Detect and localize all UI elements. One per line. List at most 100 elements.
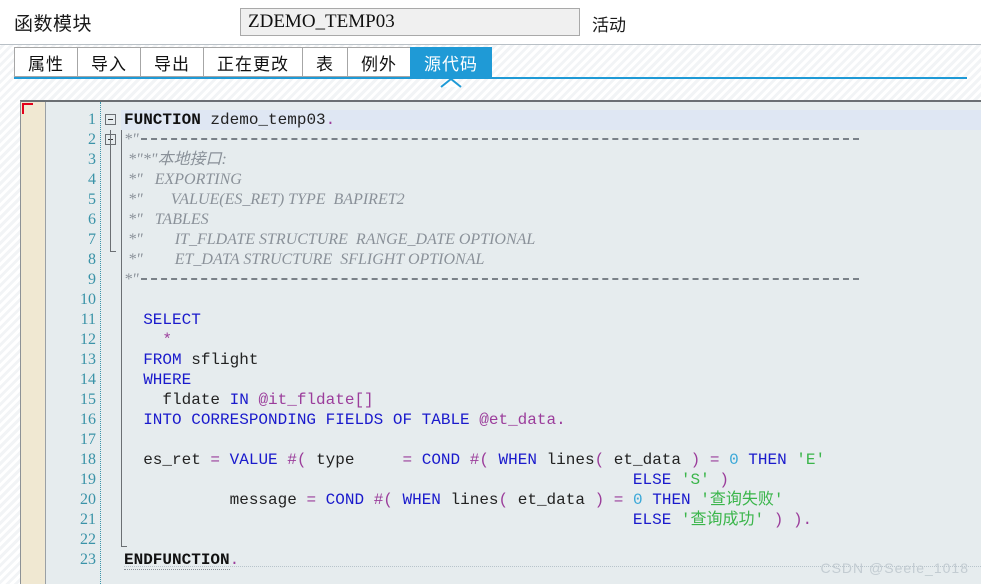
code-line[interactable]: fldate IN @it_fldate[] [124, 390, 981, 410]
code-token: THEN [748, 451, 787, 469]
code-token: fldate [162, 391, 221, 409]
code-line[interactable]: ELSE 'S' ) [124, 470, 981, 490]
tab-1[interactable]: 导入 [77, 47, 140, 77]
code-token: 'S' [680, 471, 710, 489]
code-token: VALUE [229, 451, 278, 469]
code-token: @et_data [479, 411, 557, 429]
tab-label: 导出 [154, 54, 190, 74]
tab-active-6[interactable]: 源代码 [410, 47, 492, 77]
tab-4[interactable]: 表 [302, 47, 347, 77]
code-token: *" ET_DATA STRUCTURE SFLIGHT OPTIONAL [124, 251, 485, 268]
code-token: FROM [143, 351, 182, 369]
line-number: 11 [80, 311, 96, 328]
code-token: 0 [729, 451, 739, 469]
code-line[interactable]: es_ret = VALUE #( type = COND #( WHEN li… [124, 450, 981, 470]
tab-strip: 属性 导入 导出 正在更改 表 例外 源代码 [0, 44, 981, 90]
line-number: 13 [80, 351, 96, 368]
line-number: 15 [80, 391, 96, 408]
code-token: = [613, 491, 624, 509]
code-line[interactable] [124, 430, 981, 450]
code-token: [] [354, 391, 374, 409]
code-line[interactable]: INTO CORRESPONDING FIELDS OF TABLE @et_d… [124, 410, 981, 430]
code-line[interactable]: ELSE '查询成功' ) ). [124, 510, 981, 530]
code-token: = [210, 451, 221, 469]
code-line[interactable]: *" ET_DATA STRUCTURE SFLIGHT OPTIONAL [124, 250, 981, 270]
line-number-gutter: 1 2 3 4 5 6 7 8 9 10 11 12 13 14 15 16 17 18 19 20 21 22 23 [47, 102, 101, 584]
code-token: WHEN [498, 451, 537, 469]
tab-3[interactable]: 正在更改 [203, 47, 302, 77]
code-line[interactable]: FUNCTION zdemo_temp03. [121, 110, 981, 130]
tab-label: 源代码 [424, 54, 478, 74]
line-number: 3 [88, 151, 96, 168]
code-token: ELSE [632, 511, 672, 529]
source-code-editor[interactable]: 1 2 3 4 5 6 7 8 9 10 11 12 13 14 15 16 17 18 19 20 21 22 23 FU… [20, 100, 981, 584]
code-line[interactable]: *" IT_FLDATE STRUCTURE RANGE_DATE OPTION… [124, 230, 981, 250]
tab-label: 例外 [361, 54, 397, 74]
tab-0[interactable]: 属性 [14, 47, 77, 77]
code-token: = [402, 451, 413, 469]
code-line[interactable]: *" EXPORTING [124, 170, 981, 190]
code-token: THEN [652, 491, 691, 509]
code-line[interactable]: message = COND #( WHEN lines( et_data ) … [124, 490, 981, 510]
code-line[interactable]: *" VALUE(ES_RET) TYPE BAPIRET2 [124, 190, 981, 210]
object-status-label: 活动 [592, 16, 626, 35]
line-number: 18 [80, 451, 96, 468]
line-number: 4 [88, 171, 96, 188]
line-number: 19 [80, 471, 96, 488]
line-number: 20 [80, 491, 96, 508]
code-token: @it_fldate [258, 391, 355, 409]
code-token: *" IT_FLDATE STRUCTURE RANGE_DATE OPTION… [124, 231, 536, 248]
code-line[interactable]: * [124, 330, 981, 350]
code-token: *" TABLES [124, 211, 209, 228]
line-number: 21 [80, 511, 96, 528]
code-line[interactable] [124, 530, 981, 550]
function-module-name-input[interactable] [240, 8, 580, 36]
code-token: #( [287, 451, 307, 469]
code-line[interactable]: *" [124, 130, 981, 150]
tab-5[interactable]: 例外 [347, 47, 410, 77]
fold-guide-end [110, 251, 116, 252]
line-number: 1 [88, 111, 96, 128]
code-token: #( [373, 491, 393, 509]
tab-2[interactable]: 导出 [140, 47, 203, 77]
tab-label: 属性 [28, 54, 64, 74]
fold-toggle-icon[interactable] [105, 114, 116, 125]
line-number: 10 [80, 291, 96, 308]
code-line[interactable]: *" [124, 270, 981, 290]
breakpoint-gutter[interactable] [21, 102, 46, 584]
code-token: ) [690, 451, 701, 469]
code-text-area[interactable]: FUNCTION zdemo_temp03. *" *"*"本地接口: *" EX… [121, 102, 981, 584]
code-line[interactable] [124, 290, 981, 310]
code-token: IN [229, 391, 249, 409]
line-number: 22 [80, 531, 96, 548]
code-token: *" [124, 131, 139, 148]
code-line[interactable]: WHERE [124, 370, 981, 390]
line-number: 2 [88, 131, 96, 148]
code-token: . [556, 411, 566, 429]
sap-function-module-editor: 函数模块 活动 属性导入导出正在更改表例外源代码 123456789101112… [0, 0, 981, 584]
line-number: 16 [80, 411, 96, 428]
code-token: = [709, 451, 720, 469]
comment-rule [140, 278, 859, 281]
code-token: et_data [613, 451, 682, 469]
code-token: ( [498, 491, 509, 509]
code-token: SELECT [143, 311, 201, 329]
code-token: *" EXPORTING [124, 171, 242, 188]
code-line[interactable]: *"*"本地接口: [124, 150, 981, 170]
fold-guide-line [110, 130, 111, 252]
code-token: COND [421, 451, 461, 469]
object-type-label: 函数模块 [14, 14, 93, 35]
block-nesting-guide [121, 130, 122, 546]
code-line[interactable]: FROM sflight [124, 350, 981, 370]
tab-label: 正在更改 [217, 54, 289, 74]
line-number: 9 [88, 271, 96, 288]
code-token: . [325, 111, 336, 129]
line-number: 23 [80, 551, 96, 568]
comment-rule [140, 138, 859, 141]
code-token: 'E' [796, 451, 826, 469]
code-line[interactable]: *" TABLES [124, 210, 981, 230]
line-number: 17 [80, 431, 96, 448]
line-number: 5 [88, 191, 96, 208]
code-line[interactable]: SELECT [124, 310, 981, 330]
line-number: 6 [88, 211, 96, 228]
